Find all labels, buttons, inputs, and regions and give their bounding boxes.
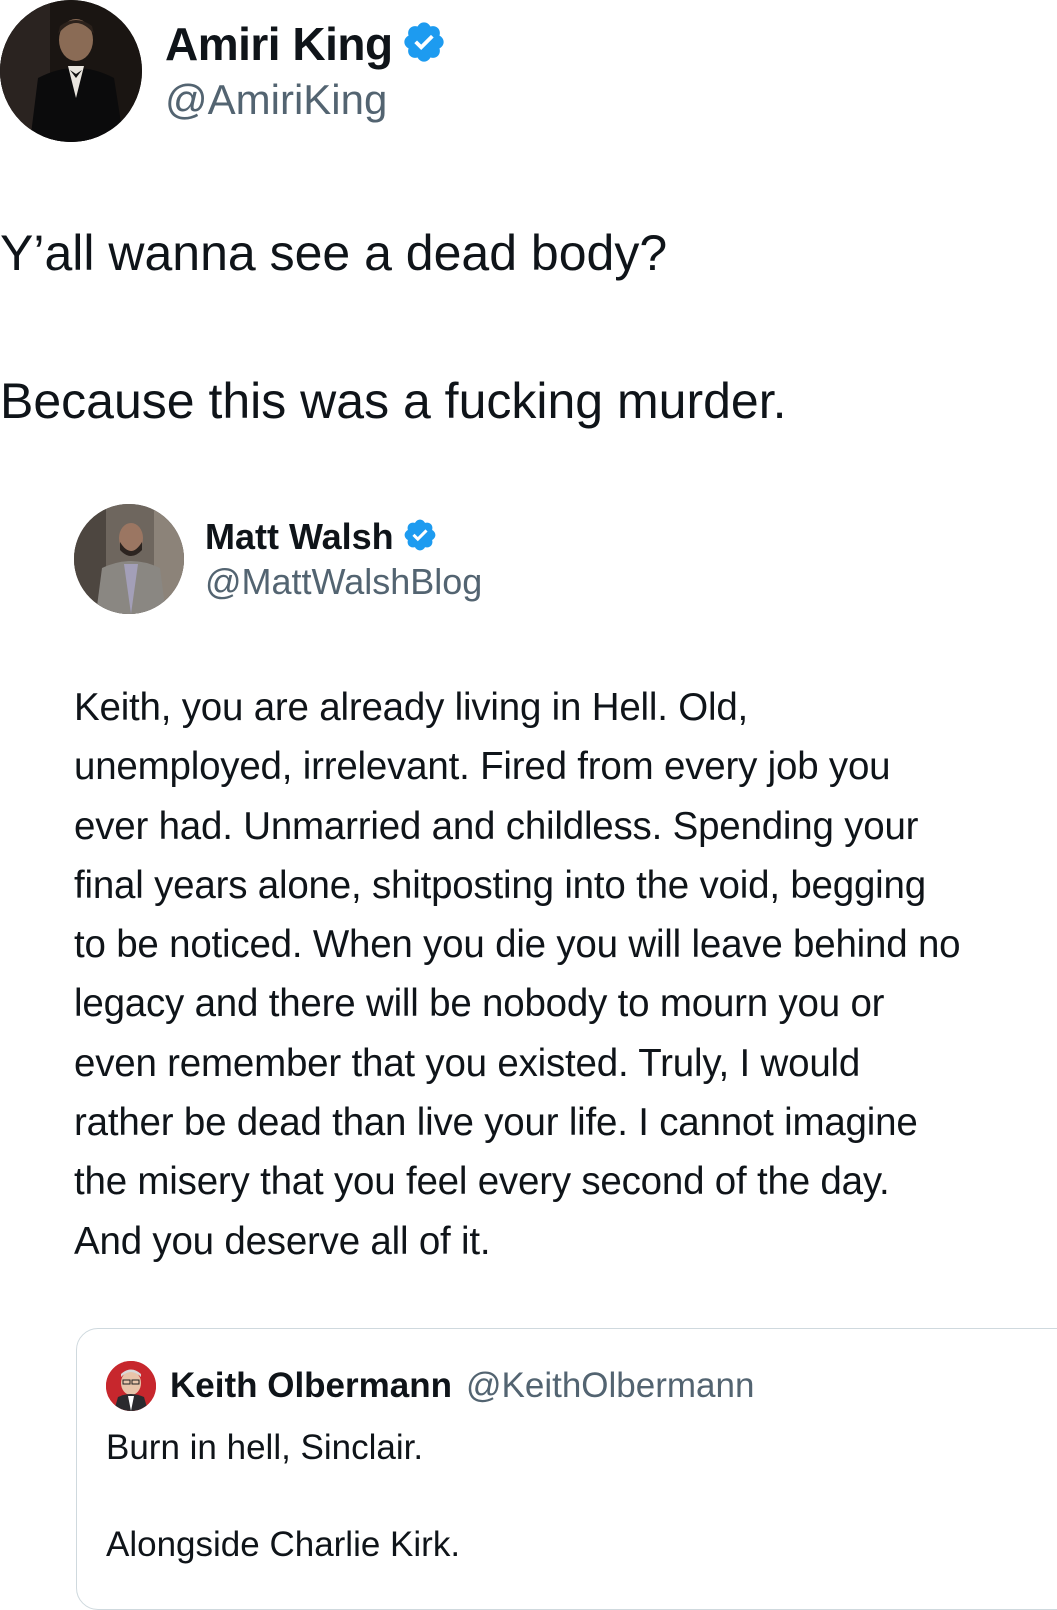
nested-quote-text-line-1: Burn in hell, Sinclair. (106, 1428, 424, 1467)
outer-tweet-header: Amiri King @AmiriKing (0, 0, 700, 145)
avatar-photo-icon (74, 504, 184, 614)
keith-olbermann-avatar[interactable] (106, 1361, 156, 1411)
verified-badge-icon (402, 517, 438, 558)
quote-text-line: final years alone, shitposting into the … (74, 863, 926, 907)
avatar-photo-icon (0, 0, 142, 142)
amiri-king-avatar[interactable] (0, 0, 142, 142)
nested-quote-text-line-2: Alongside Charlie Kirk. (106, 1525, 461, 1564)
outer-tweet-text-line-2: Because this was a fucking murder. (0, 373, 787, 429)
outer-author-name-line: Amiri King (165, 14, 447, 74)
outer-author-name[interactable]: Amiri King (165, 17, 393, 71)
quote-text-line: the misery that you feel every second of… (74, 1160, 890, 1204)
verified-badge-icon (401, 19, 447, 70)
nested-author-name[interactable]: Keith Olbermann (170, 1366, 452, 1406)
quote-text-line: even remember that you existed. Truly, I… (74, 1041, 861, 1085)
quote-author-handle[interactable]: @MattWalshBlog (205, 561, 482, 603)
nested-author-handle[interactable]: @KeithOlbermann (466, 1366, 754, 1406)
avatar-photo-icon (106, 1361, 156, 1411)
quote-text-line: Keith, you are already living in Hell. O… (74, 686, 749, 729)
quote-author-name-line: Matt Walsh (205, 514, 438, 560)
quote-tweet-body: Keith, you are already living in Hell. O… (74, 678, 1057, 1271)
outer-author-handle[interactable]: @AmiriKing (165, 76, 387, 124)
quote-text-line: ever had. Unmarried and childless. Spend… (74, 804, 919, 848)
outer-tweet-text-line-1: Y’all wanna see a dead body? (0, 225, 668, 281)
quote-text-line: And you deserve all of it. (74, 1219, 491, 1263)
nested-author-name-line: Keith Olbermann @KeithOlbermann (170, 1364, 754, 1408)
quote-author-name[interactable]: Matt Walsh (205, 516, 394, 558)
matt-walsh-avatar[interactable] (74, 504, 184, 614)
quote-text-line: rather be dead than live your life. I ca… (74, 1101, 918, 1145)
quote-text-line: to be noticed. When you die you will lea… (74, 923, 961, 967)
quote-text-line: legacy and there will be nobody to mourn… (74, 982, 885, 1026)
quote-text-line: unemployed, irrelevant. Fired from every… (74, 745, 891, 789)
